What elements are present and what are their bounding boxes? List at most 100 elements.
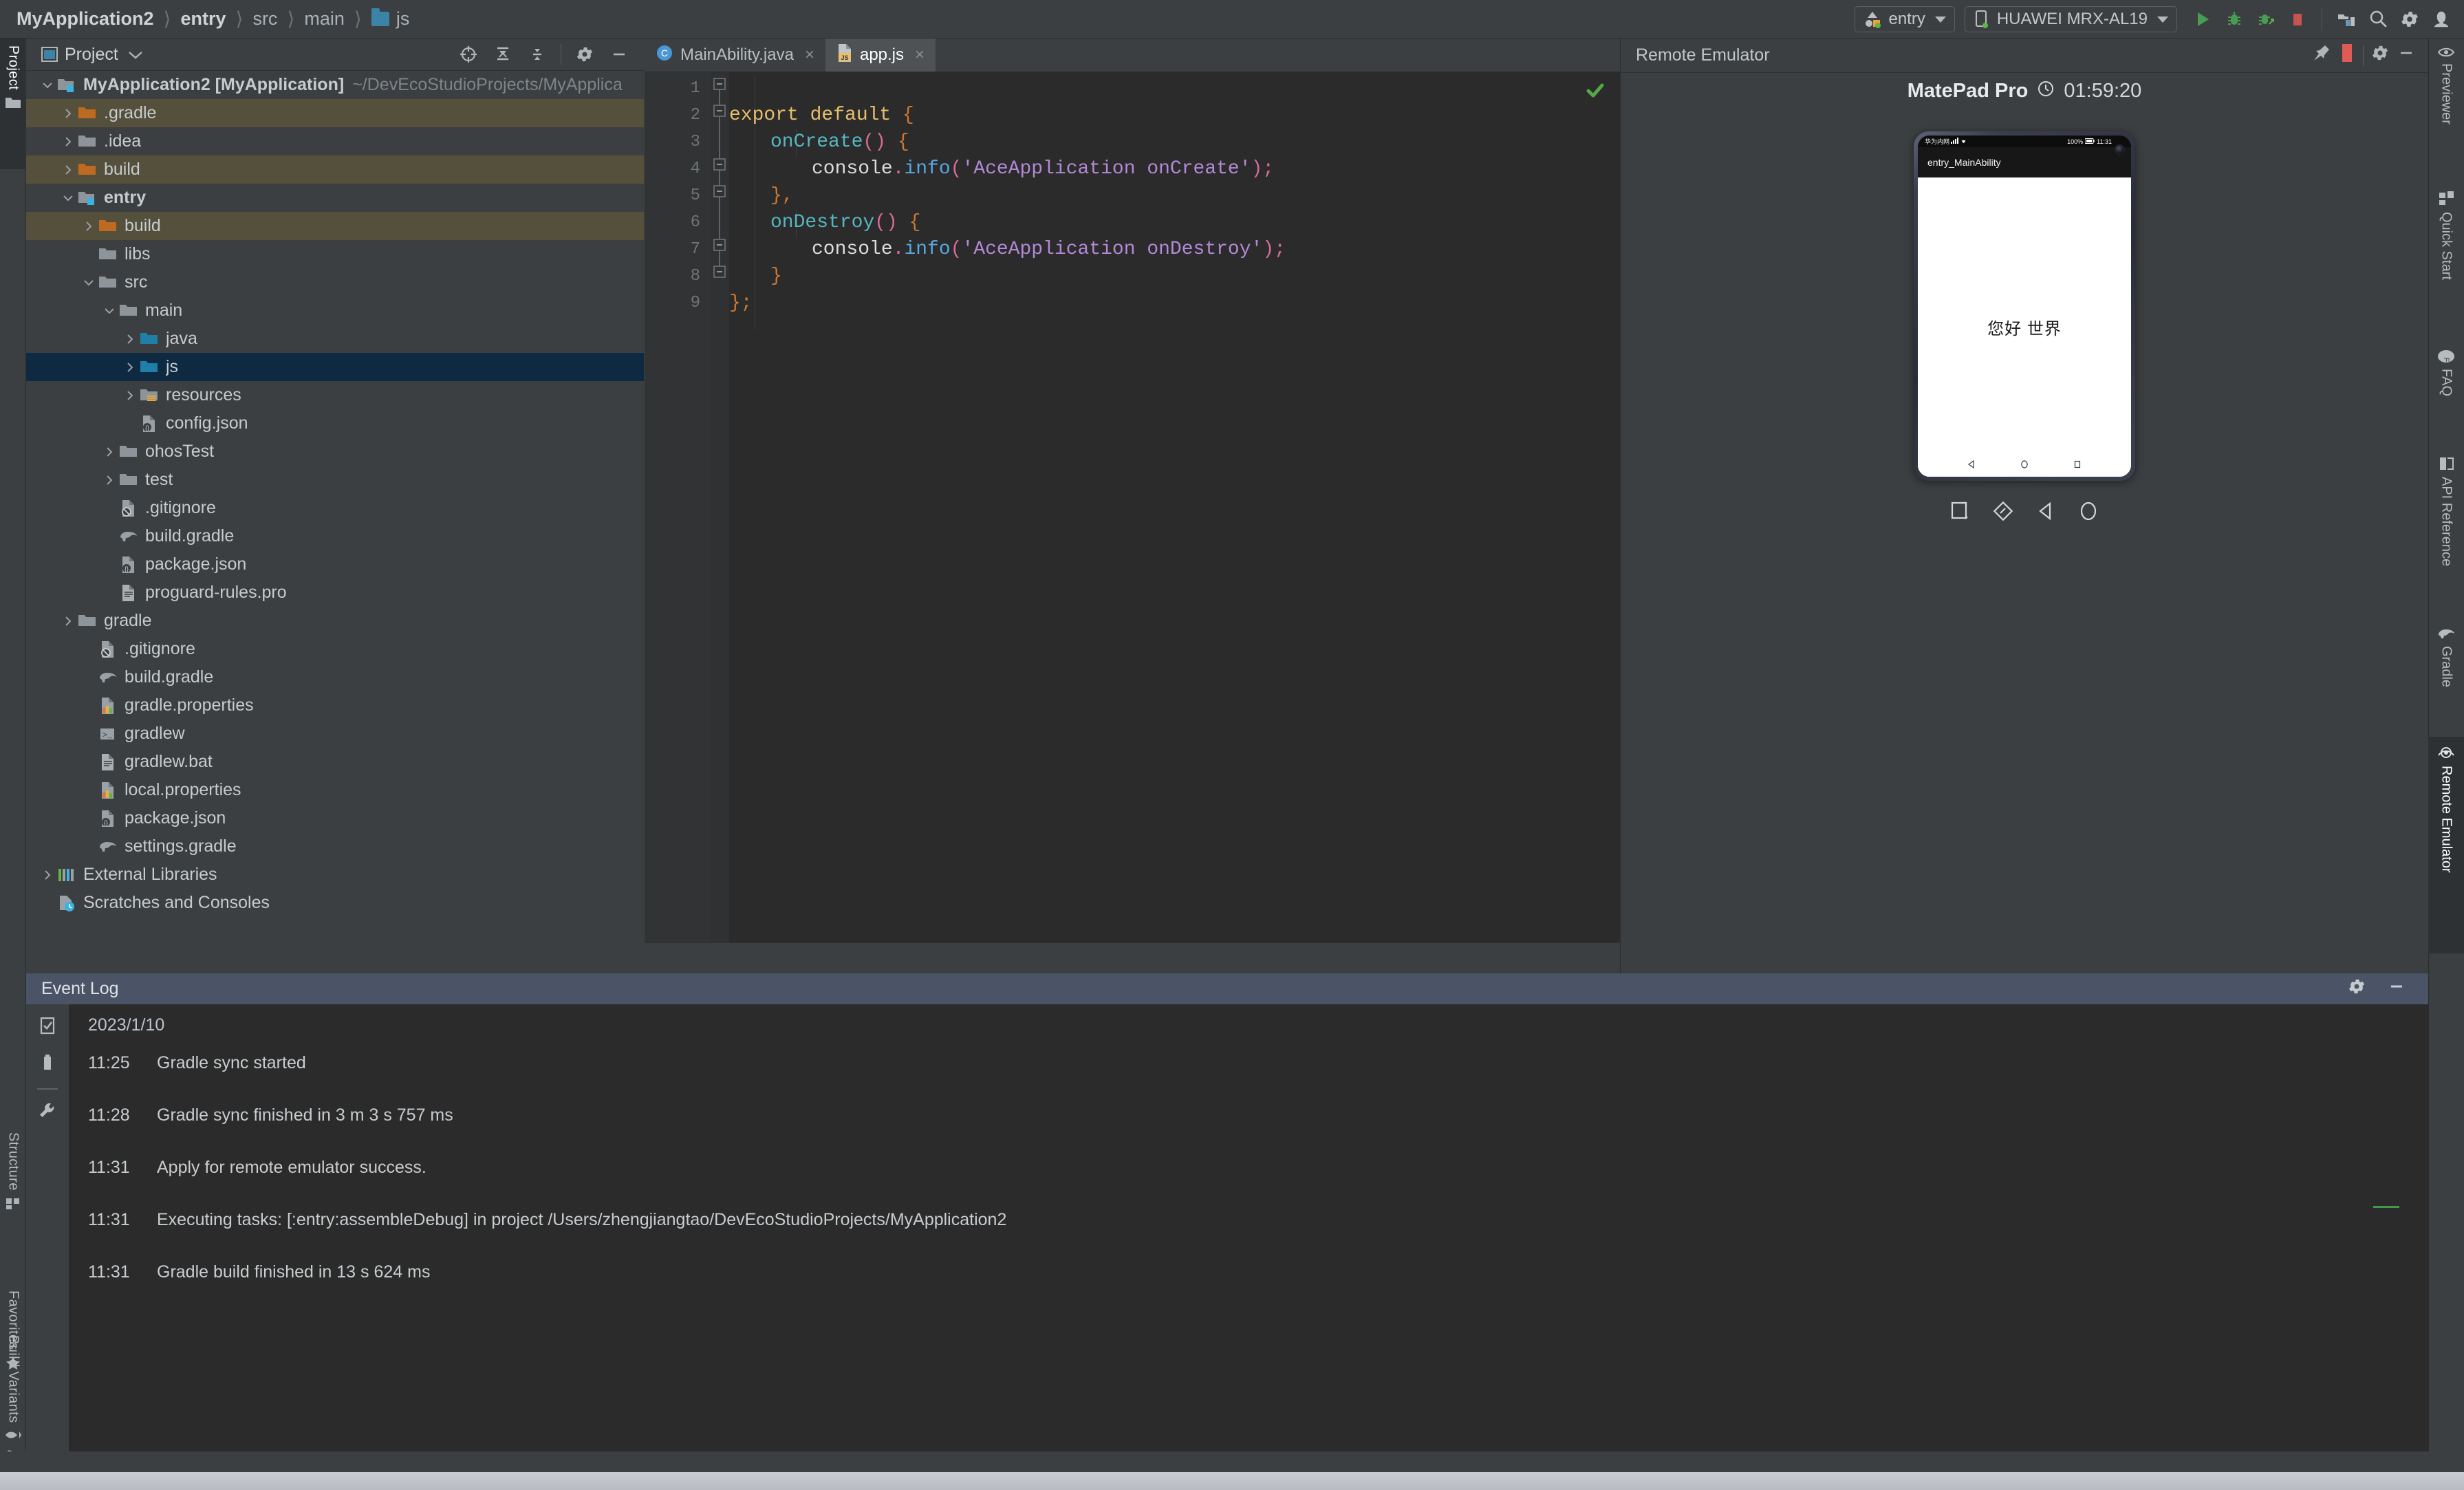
tree-row-build[interactable]: build [26,212,644,240]
chevron-right-icon[interactable] [59,161,77,179]
mark-read-icon[interactable] [37,1015,58,1041]
fold-gutter[interactable] [710,72,729,942]
chevron-right-icon[interactable] [100,443,118,461]
settings-button[interactable] [2394,3,2425,35]
tree-row-build[interactable]: build [26,155,644,184]
settings-icon[interactable] [570,39,600,69]
breadcrumb-item-0[interactable]: MyApplication2 [17,8,154,30]
recents-square-icon[interactable] [2073,454,2082,474]
tree-row--gradle[interactable]: .gradle [26,99,644,127]
sidebar-item-quick-start[interactable]: Quick Start [2428,183,2464,338]
chevron-right-icon[interactable] [59,133,77,151]
tree-row-external-libraries[interactable]: External Libraries [26,861,644,889]
chevron-right-icon[interactable] [100,471,118,489]
tree-row-gradle-properties[interactable]: gradle.properties [26,691,644,720]
tree-row-build-gradle[interactable]: build.gradle [26,663,644,691]
home-icon[interactable] [2077,499,2100,528]
breadcrumb-item-3[interactable]: main [304,8,345,30]
device-page-content[interactable]: 您好 世界 [1918,177,2131,477]
account-button[interactable] [2425,3,2457,35]
minimize-icon[interactable] [2387,977,2406,1001]
tree-row-resources[interactable]: resources [26,381,644,409]
tree-row-src[interactable]: src [26,268,644,296]
chevron-right-icon[interactable] [121,387,139,404]
minimize-icon[interactable] [604,39,634,69]
tree-row-config-json[interactable]: {} config.json [26,409,644,438]
stop-icon[interactable] [2338,42,2356,69]
breadcrumb-item-4[interactable]: js [396,8,410,30]
sidebar-item-project[interactable]: Project [0,39,26,169]
tree-row-package-json[interactable]: {} package.json [26,550,644,579]
tree-row-scratches-and-consoles[interactable]: Scratches and Consoles [26,889,644,917]
tree-row--gitignore[interactable]: .gitignore [26,494,644,522]
tree-row-package-json[interactable]: {} package.json [26,804,644,832]
tree-row-main[interactable]: main [26,296,644,325]
sidebar-item-previewer[interactable]: Previewer [2428,39,2464,180]
tree-row-gradlew-bat[interactable]: gradlew.bat [26,748,644,776]
chevron-right-icon[interactable] [59,105,77,122]
tree-row-libs[interactable]: libs [26,240,644,268]
sidebar-item-gradle[interactable]: Gradle [2428,620,2464,733]
rotate-icon[interactable] [1991,499,2015,528]
tree-row-myapplication2-myapplication-[interactable]: MyApplication2 [MyApplication] ~/DevEcoSt… [26,71,644,99]
event-log-row[interactable]: 11:31 Executing tasks: [:entry:assembleD… [88,1210,2428,1230]
event-log-row[interactable]: 11:31 Apply for remote emulator success. [88,1158,2428,1178]
chevron-right-icon[interactable] [39,866,56,884]
chevron-right-icon[interactable] [59,612,77,630]
expand-all-icon[interactable] [522,39,552,69]
chevron-right-icon[interactable] [121,358,139,376]
project-tree[interactable]: MyApplication2 [MyApplication] ~/DevEcoSt… [26,71,644,973]
os-dock[interactable] [0,1472,2464,1490]
settings-icon[interactable] [2347,977,2366,1001]
pin-icon[interactable] [2312,43,2331,67]
tree-row-local-properties[interactable]: local.properties [26,776,644,804]
tree-row-entry[interactable]: entry [26,184,644,212]
event-log-row[interactable]: 11:25 Gradle sync started [88,1053,2428,1073]
collapse-all-icon[interactable] [488,39,518,69]
chevron-down-icon[interactable] [100,302,118,320]
event-log-row[interactable]: 11:28 Gradle sync finished in 3 m 3 s 75… [88,1105,2428,1125]
attach-debugger-button[interactable] [2250,3,2282,35]
emulator-screen[interactable]: 华为内网 100% 11:31 entry_MainAbility 您好 世界 [1918,136,2131,477]
tree-row-settings-gradle[interactable]: settings.gradle [26,832,644,861]
close-icon[interactable]: × [915,45,925,65]
tree-row--idea[interactable]: .idea [26,127,644,155]
chevron-right-icon[interactable] [121,330,139,348]
code-area[interactable]: 1 2 3 4 5 6 7 8 9 export default {onCre… [645,72,1620,943]
tree-row-test[interactable]: test [26,466,644,494]
run-configuration-selector[interactable]: entry [1855,6,1955,32]
stop-button[interactable] [2282,3,2313,35]
event-log-entries[interactable]: 2023/1/10 11:25 Gradle sync started 11:2… [69,1004,2428,1455]
run-button[interactable] [2187,3,2218,35]
breadcrumb-item-2[interactable]: src [252,8,277,30]
back-icon[interactable] [2034,499,2057,528]
chevron-down-icon[interactable] [80,274,98,292]
chevron-down-icon[interactable] [39,76,56,94]
breadcrumb-item-1[interactable]: entry [180,8,226,30]
tree-row-java[interactable]: java [26,325,644,353]
screenshot-icon[interactable] [1949,499,1972,528]
tree-row-gradle[interactable]: gradle [26,607,644,635]
sidebar-item-structure[interactable]: Structure [0,1125,26,1273]
tree-row-js[interactable]: js [26,353,644,381]
locate-icon[interactable] [453,39,484,69]
settings-icon[interactable] [2370,43,2390,67]
sidebar-item-faq[interactable]: F FAQ [2428,341,2464,444]
home-circle-icon[interactable] [2020,454,2029,474]
device-selector[interactable]: HUAWEI MRX-AL19 [1964,6,2177,32]
emulator-device-frame[interactable]: 华为内网 100% 11:31 entry_MainAbility 您好 世界 [1914,131,2135,481]
search-button[interactable] [2362,3,2394,35]
tree-row-build-gradle[interactable]: build.gradle [26,522,644,550]
settings-wrench-icon[interactable] [37,1101,58,1126]
delete-icon[interactable] [37,1052,58,1077]
close-icon[interactable]: × [805,45,814,65]
tree-row-gradlew[interactable]: >_ gradlew [26,720,644,748]
sidebar-item-api-reference[interactable]: API Reference [2428,448,2464,616]
debug-button[interactable] [2218,3,2250,35]
editor-tab-mainability[interactable]: C MainAbility.java × [645,39,825,72]
tree-row-proguard-rules-pro[interactable]: proguard-rules.pro [26,579,644,607]
chevron-right-icon[interactable] [80,217,98,235]
editor-tab-appjs[interactable]: JS app.js × [825,39,936,72]
back-triangle-icon[interactable] [1967,454,1976,474]
tree-row--gitignore[interactable]: .gitignore [26,635,644,663]
